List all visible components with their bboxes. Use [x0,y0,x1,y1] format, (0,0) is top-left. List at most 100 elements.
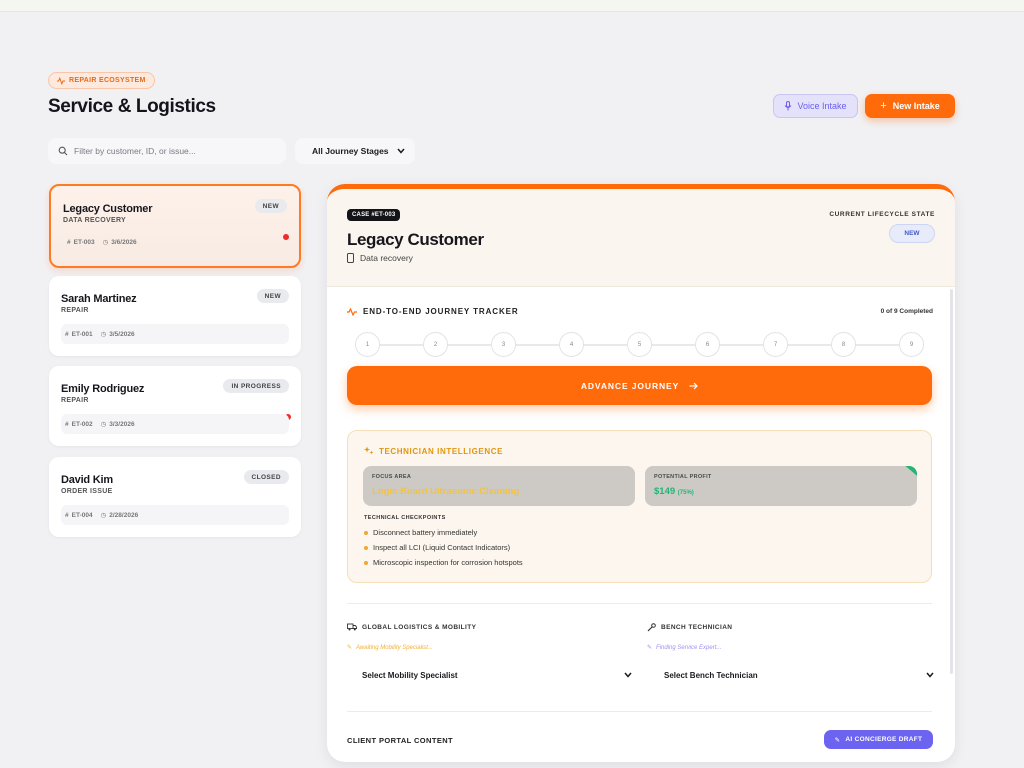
journey-step[interactable]: 1 [355,332,380,357]
clock-icon: ◷ [100,421,107,428]
logistics-title-label: GLOBAL LOGISTICS & MOBILITY [362,623,477,631]
journey-step[interactable]: 7 [763,332,788,357]
checkpoint-text: Disconnect battery immediately [373,528,478,537]
technical-checkpoints-title: TECHNICAL CHECKPOINTS [364,515,446,521]
new-intake-label: New Intake [892,101,940,111]
section-divider [347,711,932,712]
advance-journey-button[interactable]: ADVANCE JOURNEY [347,366,932,405]
case-detail-subtitle: Data recovery [347,253,413,263]
bench-technician-value: Select Bench Technician [664,670,758,680]
eyebrow-label: REPAIR ECOSYSTEM [69,77,146,84]
case-type: REPAIR [61,397,89,404]
sparkles-icon [364,446,374,455]
ai-concierge-draft-button[interactable]: ✎ AI CONCIERGE DRAFT [824,730,933,749]
case-id: ET-004 [71,511,93,519]
hash-icon: # [67,238,71,246]
case-card[interactable]: David Kim ORDER ISSUE CLOSED # ET-004 ◷ 2/… [49,457,301,537]
logistics-status-note: ✎ Awaiting Mobility Specialist... [347,644,433,652]
case-type: ORDER ISSUE [61,488,113,495]
focus-area-tile: FOCUS AREA Logic Board Ultrasonic Cleani… [363,466,635,506]
wrench-icon [647,623,656,632]
case-type: REPAIR [61,307,89,314]
journey-steps: 1 2 3 4 5 6 7 8 9 [355,332,925,358]
potential-profit-value: $149 (75%) [654,486,694,497]
clock-icon: ◷ [100,331,107,338]
case-customer-name: David Kim [61,474,113,486]
arrow-right-icon [689,382,699,389]
journey-stage-select[interactable]: All Journey Stages [295,138,415,164]
profit-margin: (75%) [677,490,694,496]
journey-step[interactable]: 4 [559,332,584,357]
case-card[interactable]: Sarah Martinez REPAIR NEW # ET-001 ◷ 3/5/2… [49,276,301,356]
case-type: DATA RECOVERY [63,217,127,224]
potential-profit-label: POTENTIAL PROFIT [654,474,712,480]
case-date: 3/5/2026 [109,330,135,338]
status-badge: IN PROGRESS [223,379,289,393]
clock-icon: ◷ [100,512,107,519]
case-meta: # ET-001 ◷ 3/5/2026 [61,324,289,344]
journey-step[interactable]: 6 [695,332,720,357]
voice-intake-button[interactable]: Voice Intake [773,94,858,118]
checkpoint-item: Disconnect battery immediately [364,528,477,537]
status-badge: NEW [256,289,289,303]
journey-tracker-title: END-TO-END JOURNEY TRACKER [347,307,519,316]
hash-icon: # [65,330,69,338]
new-intake-button[interactable]: + New Intake [865,94,955,118]
hash-icon: # [65,511,69,519]
profit-amount: $149 [654,486,676,497]
panel-scrollbar[interactable] [950,289,953,674]
clock-icon: ◷ [102,239,109,246]
microphone-icon [785,101,792,111]
bench-technician-select[interactable]: Select Bench Technician [664,667,934,683]
case-customer-name: Sarah Martinez [61,293,137,305]
journey-step[interactable]: 5 [627,332,652,357]
journey-step[interactable]: 8 [831,332,856,357]
journey-tracker-label: END-TO-END JOURNEY TRACKER [363,307,519,316]
search-box[interactable] [48,138,286,164]
status-badge: NEW [254,199,287,213]
profit-corner-ribbon [903,466,917,479]
lifecycle-label: CURRENT LIFECYCLE STATE [829,211,935,218]
plus-icon: + [880,100,887,112]
journey-step[interactable]: 3 [491,332,516,357]
logistics-title: GLOBAL LOGISTICS & MOBILITY [347,623,476,631]
case-card[interactable]: Emily Rodriguez REPAIR IN PROGRESS # ET-0… [49,366,301,446]
mobility-specialist-value: Select Mobility Specialist [362,670,458,680]
page-title: Service & Logistics [48,96,216,117]
status-badge: CLOSED [243,470,289,484]
journey-step[interactable]: 9 [899,332,924,357]
checkpoint-item: Microscopic inspection for corrosion hot… [364,558,523,567]
voice-intake-label: Voice Intake [797,101,847,111]
device-icon [347,253,354,263]
bullet-icon [364,530,368,535]
case-id: ET-001 [71,330,93,338]
logistics-status-text: Awaiting Mobility Specialist... [356,644,433,651]
wand-icon: ✎ [834,736,841,744]
advance-journey-label: ADVANCE JOURNEY [580,380,680,391]
activity-icon [57,76,65,85]
technician-intelligence-title: TECHNICIAN INTELLIGENCE [364,446,503,456]
technician-intelligence-panel: TECHNICIAN INTELLIGENCE FOCUS AREA Logic… [347,430,932,583]
case-meta: # ET-004 ◷ 2/28/2026 [61,505,289,525]
case-date: 3/6/2026 [111,238,137,246]
case-date: 2/28/2026 [109,511,139,519]
search-input[interactable] [74,146,274,156]
wand-icon: ✎ [647,645,653,651]
journey-step[interactable]: 2 [423,332,448,357]
journey-stage-value: All Journey Stages [312,146,389,156]
case-meta: # ET-002 ◷ 3/3/2026 [61,414,289,434]
bench-technician-label: BENCH TECHNICIAN [661,624,733,631]
section-divider [347,603,932,604]
focus-area-value: Logic Board Ultrasonic Cleaning [372,486,520,497]
case-customer-name: Legacy Customer [63,203,153,215]
bullet-icon [364,560,368,565]
chevron-down-icon [624,672,632,678]
ai-concierge-label: AI CONCIERGE DRAFT [845,736,923,743]
checkpoint-text: Inspect all LCI (Liquid Contact Indicato… [373,543,511,552]
case-card[interactable]: Legacy Customer DATA RECOVERY NEW # ET-00… [49,184,301,268]
browser-top-strip [0,0,1024,12]
case-detail-title: Legacy Customer [347,230,484,249]
mobility-specialist-select[interactable]: Select Mobility Specialist [362,667,632,683]
lifecycle-state-badge[interactable]: NEW [889,224,935,243]
focus-area-label: FOCUS AREA [372,474,412,480]
